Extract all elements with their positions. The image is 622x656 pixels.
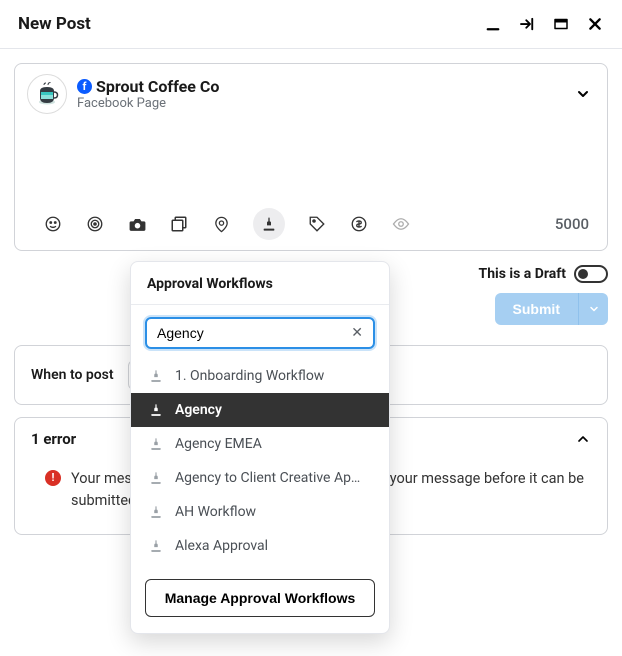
- approval-item[interactable]: Agency: [131, 393, 389, 427]
- approval-item-label: AH Workflow: [175, 504, 256, 520]
- target-icon[interactable]: [85, 214, 105, 234]
- manage-workflows-button[interactable]: Manage Approval Workflows: [145, 579, 375, 617]
- stamp-icon: [149, 505, 163, 519]
- error-title: 1 error: [31, 430, 76, 448]
- approval-item[interactable]: AH Workflow: [131, 495, 389, 529]
- window-actions: [484, 15, 604, 33]
- profile-selector[interactable]: f Sprout Coffee Co Facebook Page: [15, 64, 607, 122]
- approval-item[interactable]: Agency EMEA: [131, 427, 389, 461]
- when-to-post-label: When to post: [31, 367, 114, 383]
- facebook-icon: f: [77, 79, 92, 94]
- approval-item-label: Alexa Approval: [175, 538, 268, 554]
- composer-textarea[interactable]: [15, 122, 607, 202]
- approval-item[interactable]: Agency to Client Creative Ap…: [131, 461, 389, 495]
- approval-item-label: 1. Onboarding Workflow: [175, 368, 324, 384]
- profile-name: Sprout Coffee Co: [96, 77, 219, 96]
- draft-label: This is a Draft: [479, 266, 566, 282]
- stamp-icon: [149, 539, 163, 553]
- approval-list: 1. Onboarding Workflow Agency Agency EME…: [131, 355, 389, 567]
- approval-workflows-popup: Approval Workflows ✕ 1. Onboarding Workf…: [130, 261, 390, 634]
- location-icon[interactable]: [211, 214, 231, 234]
- submit-button[interactable]: Submit: [495, 293, 578, 325]
- char-count: 5000: [555, 215, 589, 233]
- chevron-down-icon[interactable]: [575, 86, 591, 102]
- minimize-icon[interactable]: [484, 15, 502, 33]
- gallery-icon[interactable]: [169, 214, 189, 234]
- stamp-icon: [149, 437, 163, 451]
- maximize-icon[interactable]: [552, 15, 570, 33]
- approval-item[interactable]: 1. Onboarding Workflow: [131, 359, 389, 393]
- submit-more-button[interactable]: [578, 293, 608, 325]
- approval-search-input[interactable]: [157, 325, 351, 341]
- composer-card: f Sprout Coffee Co Facebook Page: [14, 63, 608, 251]
- approval-search-input-wrap: ✕: [145, 317, 375, 349]
- dock-right-icon[interactable]: [518, 15, 536, 33]
- stamp-icon: [149, 403, 163, 417]
- chevron-up-icon[interactable]: [575, 431, 591, 447]
- window-title: New Post: [18, 14, 91, 34]
- clear-search-icon[interactable]: ✕: [351, 325, 363, 341]
- close-icon[interactable]: [586, 15, 604, 33]
- approval-popup-title: Approval Workflows: [131, 262, 389, 305]
- approval-stamp-icon[interactable]: [253, 208, 285, 240]
- composer-toolbar: 5000: [15, 202, 607, 250]
- monetize-icon[interactable]: [349, 214, 369, 234]
- error-icon: !: [45, 470, 61, 486]
- preview-icon[interactable]: [391, 214, 411, 234]
- avatar: [27, 74, 67, 114]
- stamp-icon: [149, 369, 163, 383]
- approval-item-label: Agency to Client Creative Ap…: [175, 470, 360, 486]
- approval-item[interactable]: Alexa Approval: [131, 529, 389, 563]
- approval-item-label: Agency EMEA: [175, 436, 262, 452]
- approval-item-label: Agency: [175, 402, 222, 418]
- emoji-icon[interactable]: [43, 214, 63, 234]
- draft-toggle[interactable]: [574, 265, 608, 283]
- profile-subtitle: Facebook Page: [77, 96, 219, 112]
- camera-icon[interactable]: [127, 214, 147, 234]
- tag-icon[interactable]: [307, 214, 327, 234]
- stamp-icon: [149, 471, 163, 485]
